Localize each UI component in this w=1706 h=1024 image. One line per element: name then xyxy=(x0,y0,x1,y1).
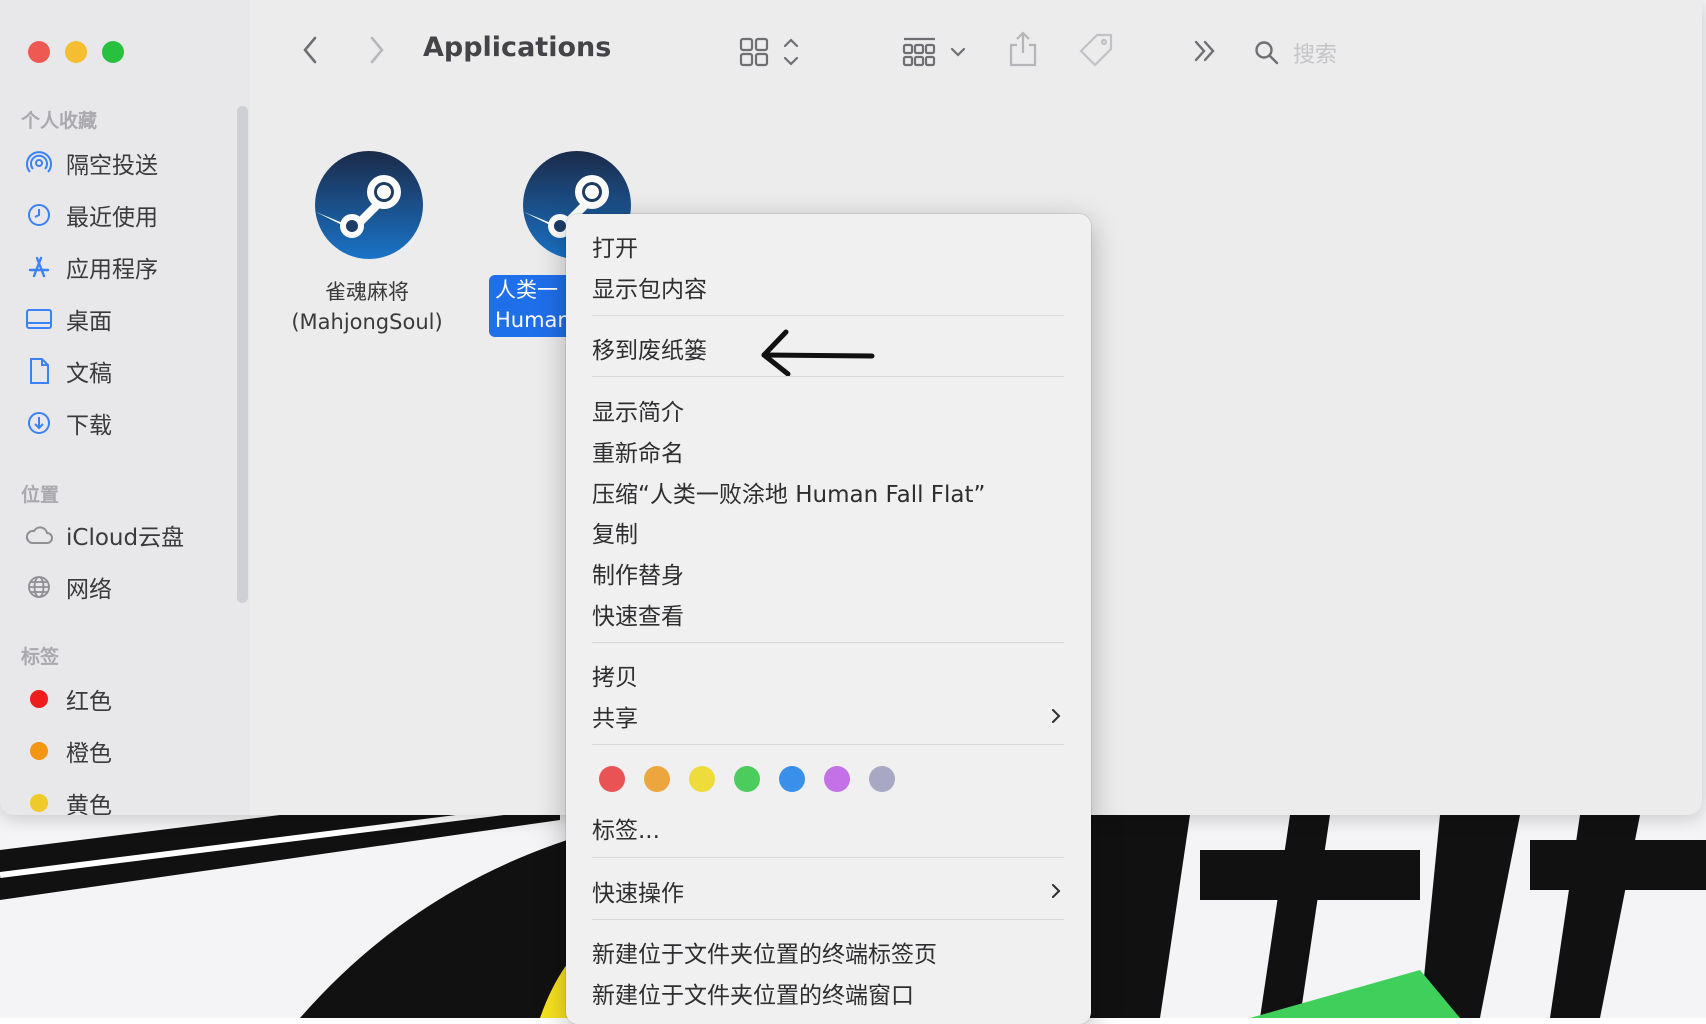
zoom-button[interactable] xyxy=(102,41,124,63)
menu-item-compress[interactable]: 压缩“人类一败涂地 Human Fall Flat” xyxy=(592,475,985,509)
chevron-right-icon xyxy=(1052,884,1061,898)
view-mode-button[interactable] xyxy=(738,36,806,72)
menu-item-show-package[interactable]: 显示包内容 xyxy=(592,270,707,304)
menu-item-tags[interactable]: 标签... xyxy=(592,811,660,845)
menu-item-get-info[interactable]: 显示简介 xyxy=(592,393,684,427)
menu-separator xyxy=(592,642,1064,643)
sidebar-item-downloads[interactable]: 下载 xyxy=(24,405,112,441)
menu-item-make-alias[interactable]: 制作替身 xyxy=(592,556,684,590)
chevron-right-icon xyxy=(1052,709,1061,723)
menu-item-rename[interactable]: 重新命名 xyxy=(592,434,684,468)
more-toolbar-button[interactable] xyxy=(1192,38,1218,68)
applications-icon xyxy=(24,252,54,282)
sidebar-item-documents[interactable]: 文稿 xyxy=(24,353,112,389)
download-icon xyxy=(24,408,54,438)
sidebar-item-label: 黄色 xyxy=(66,793,112,815)
orange-tag-option[interactable] xyxy=(644,766,670,792)
sidebar-item-recents[interactable]: 最近使用 xyxy=(24,197,158,233)
airdrop-icon xyxy=(24,148,54,178)
red-tag-option[interactable] xyxy=(599,766,625,792)
share-button[interactable] xyxy=(1008,30,1038,72)
menu-separator xyxy=(592,857,1064,858)
document-icon xyxy=(24,356,54,386)
sidebar-item-tag-yellow[interactable]: 黄色 xyxy=(24,785,112,815)
favorites-section-title: 个人收藏 xyxy=(21,110,98,132)
yellow-tag-option[interactable] xyxy=(689,766,715,792)
menu-separator xyxy=(592,376,1064,377)
search-icon xyxy=(1255,41,1279,65)
sidebar-item-network[interactable]: 网络 xyxy=(24,569,112,605)
globe-icon xyxy=(24,572,54,602)
desktop-icon xyxy=(24,304,54,334)
window-title: Applications xyxy=(423,32,612,63)
cloud-icon xyxy=(24,520,54,550)
chevron-double-right-icon xyxy=(1194,40,1215,62)
sidebar-item-label: 文稿 xyxy=(66,361,112,387)
tags-section-title: 标签 xyxy=(21,646,60,668)
back-button[interactable] xyxy=(300,34,320,70)
sidebar-item-applications[interactable]: 应用程序 xyxy=(24,249,158,285)
tag-button[interactable] xyxy=(1078,32,1114,72)
menu-separator xyxy=(592,315,1064,316)
sidebar-item-label: 应用程序 xyxy=(66,257,158,283)
group-grid-icon xyxy=(902,37,966,67)
menu-item-new-terminal-window[interactable]: 新建位于文件夹位置的终端窗口 xyxy=(592,976,914,1010)
gray-tag-option[interactable] xyxy=(869,766,895,792)
share-icon xyxy=(1009,31,1037,67)
menu-item-quick-look[interactable]: 快速查看 xyxy=(592,597,684,631)
menu-item-share[interactable]: 共享 xyxy=(592,699,638,733)
chevron-right-icon xyxy=(370,36,384,64)
sidebar-item-tag-red[interactable]: 红色 xyxy=(24,681,112,717)
menu-item-new-terminal-tab[interactable]: 新建位于文件夹位置的终端标签页 xyxy=(592,935,937,969)
menu-item-duplicate[interactable]: 复制 xyxy=(592,515,638,549)
group-by-button[interactable] xyxy=(902,36,970,72)
sidebar-item-label: 红色 xyxy=(66,689,112,715)
menu-item-open[interactable]: 打开 xyxy=(592,229,638,263)
orange-tag-icon xyxy=(30,742,48,760)
menu-separator xyxy=(592,919,1064,920)
sidebar-item-tag-orange[interactable]: 橙色 xyxy=(24,733,112,769)
forward-button[interactable] xyxy=(367,34,387,70)
sidebar-scrollbar[interactable] xyxy=(237,106,248,603)
search-field[interactable]: 搜索 xyxy=(1293,37,1337,69)
minimize-button[interactable] xyxy=(65,41,87,63)
file-name[interactable]: 雀魂麻将 (MahjongSoul) xyxy=(282,277,452,337)
blue-tag-option[interactable] xyxy=(779,766,805,792)
close-button[interactable] xyxy=(28,41,50,63)
locations-section-title: 位置 xyxy=(21,484,60,506)
yellow-tag-icon xyxy=(30,794,48,812)
menu-item-quick-actions[interactable]: 快速操作 xyxy=(592,874,684,908)
steam-icon[interactable] xyxy=(314,150,424,260)
sidebar-item-label: 隔空投送 xyxy=(66,153,158,179)
sidebar-item-label: 下载 xyxy=(66,413,112,439)
menu-item-copy[interactable]: 拷贝 xyxy=(592,658,638,692)
sidebar-item-label: 橙色 xyxy=(66,741,112,767)
grid-icon xyxy=(739,37,799,67)
context-menu: 打开 显示包内容 移到废纸篓 显示简介 重新命名 压缩“人类一败涂地 Human… xyxy=(566,214,1091,1024)
clock-icon xyxy=(24,200,54,230)
purple-tag-option[interactable] xyxy=(824,766,850,792)
sidebar-item-label: 桌面 xyxy=(66,309,112,335)
search-button[interactable] xyxy=(1254,40,1280,70)
sidebar-item-airdrop[interactable]: 隔空投送 xyxy=(24,145,158,181)
sidebar-item-icloud[interactable]: iCloud云盘 xyxy=(24,517,184,553)
sidebar-item-label: iCloud云盘 xyxy=(66,525,185,551)
left-arrow-annotation xyxy=(761,329,875,376)
tag-icon xyxy=(1079,33,1113,67)
menu-item-move-to-trash[interactable]: 移到废纸篓 xyxy=(592,331,707,365)
menu-separator xyxy=(592,744,1064,745)
sidebar-item-desktop[interactable]: 桌面 xyxy=(24,301,112,337)
chevron-left-icon xyxy=(303,36,317,64)
red-tag-icon xyxy=(30,690,48,708)
sidebar-item-label: 网络 xyxy=(66,577,112,603)
green-tag-option[interactable] xyxy=(734,766,760,792)
sidebar: 个人收藏 隔空投送 最近使用 应用程序 桌面 文稿 下载 位置 iCloud云盘… xyxy=(0,0,250,815)
sidebar-item-label: 最近使用 xyxy=(66,205,158,231)
